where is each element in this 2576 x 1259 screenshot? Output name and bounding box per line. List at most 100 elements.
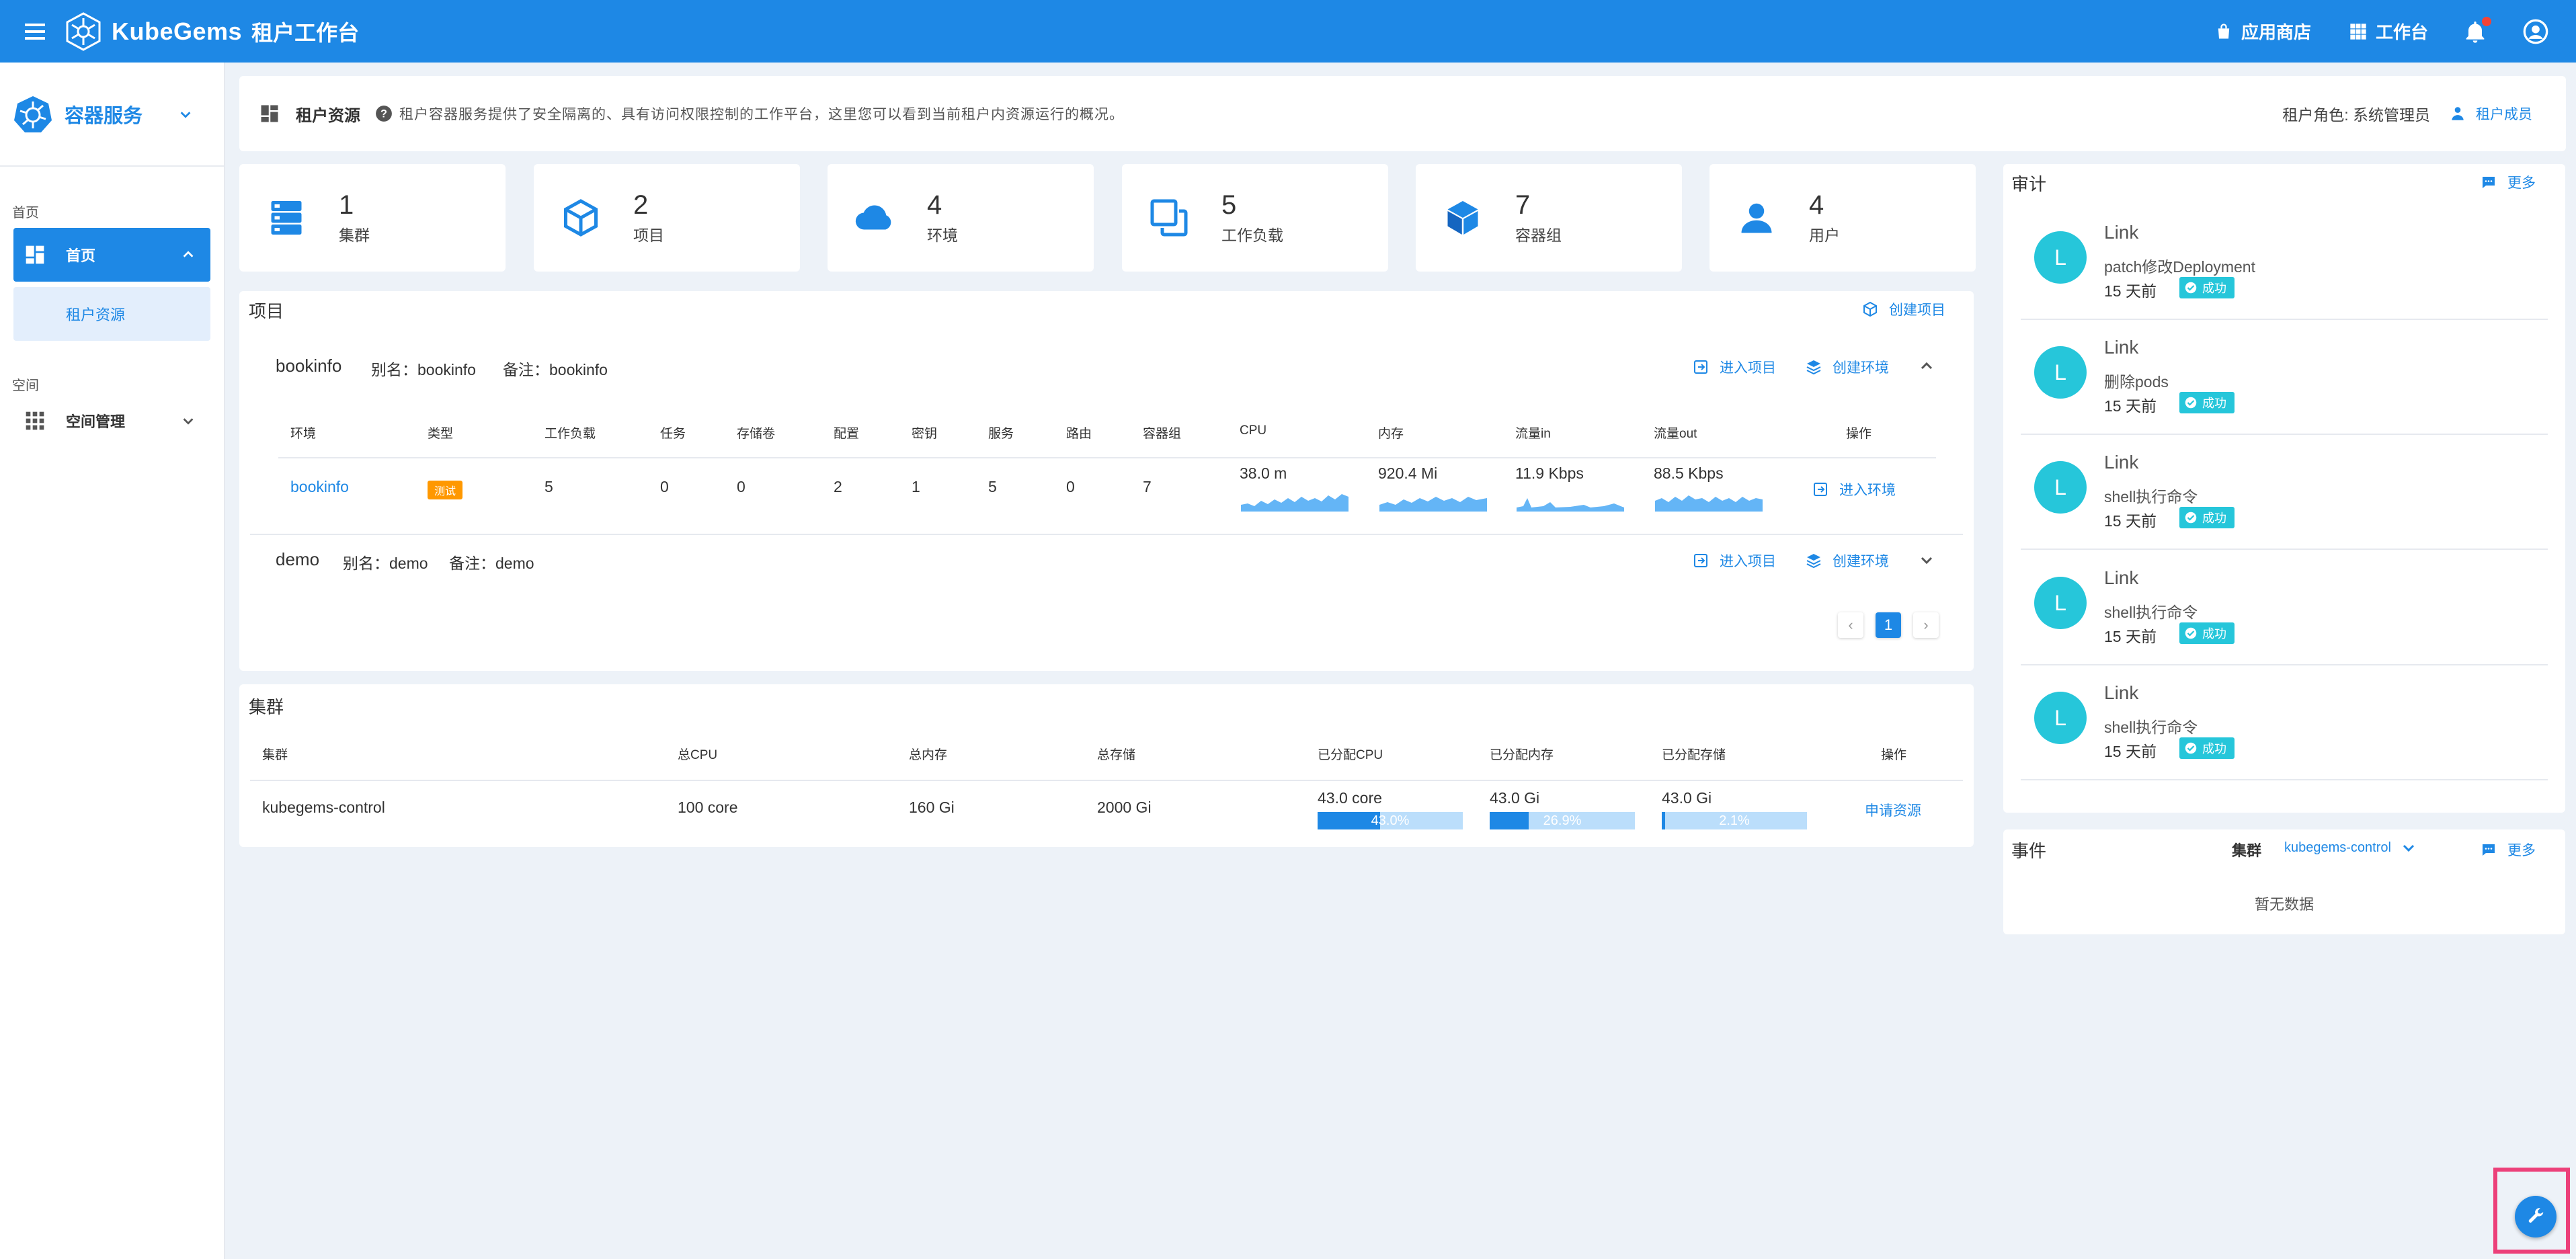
sidebar-item-home-label: 首页	[66, 247, 96, 264]
tenant-members-link[interactable]: 租户成员	[2449, 104, 2532, 124]
enter-project-button[interactable]: 进入项目	[1693, 357, 1776, 377]
dashboard-icon	[26, 245, 44, 264]
audit-list-item: L Link shell执行命令 15 天前 成功	[2021, 666, 2548, 780]
audit-user: Link	[2104, 337, 2139, 358]
stat-clusters: 1 集群	[239, 164, 506, 272]
configs-cell: 2	[834, 478, 842, 495]
create-environment-button[interactable]: 创建环境	[1806, 357, 1889, 377]
stat-label: 环境	[927, 227, 958, 244]
workbench-link[interactable]: 工作台	[2349, 19, 2428, 44]
events-panel: 事件 集群 kubegems-control 更多 暂无数据	[2003, 829, 2565, 934]
cluster-name: kubegems-control	[262, 799, 385, 816]
kubegems-logo	[66, 11, 101, 51]
sidebar-item-space-management[interactable]: 空间管理	[13, 394, 210, 448]
create-project-label: 创建项目	[1889, 302, 1945, 318]
audit-time: 15 天前	[2104, 628, 2157, 645]
environment-type-badge: 测试	[428, 481, 463, 499]
page-header: 租户资源 ? 租户容器服务提供了安全隔离的、具有访问权限控制的工作平台，这里您可…	[239, 76, 2566, 151]
svg-text:?: ?	[380, 108, 387, 120]
column-header: 流量in	[1515, 427, 1551, 441]
column-header: 配置	[834, 427, 860, 441]
prev-page-button[interactable]: ‹	[1838, 612, 1863, 638]
allocated-cpu-value: 43.0 core	[1318, 789, 1382, 807]
chevron-up-icon	[183, 251, 194, 257]
events-cluster-label: 集群	[2232, 842, 2262, 859]
stat-label: 工作负载	[1221, 227, 1283, 244]
sidebar-item-tenant-resources[interactable]: 租户资源	[13, 287, 210, 341]
request-resources-link[interactable]: 申请资源	[1865, 800, 1921, 820]
dashboard-icon	[261, 105, 278, 122]
routes-cell: 0	[1066, 478, 1075, 495]
help-circle-icon[interactable]: ?	[375, 105, 393, 122]
enter-environment-label: 进入环境	[1839, 483, 1896, 498]
check-circle-icon	[2185, 397, 2197, 409]
audit-list-item: L Link patch修改Deployment 15 天前 成功	[2021, 206, 2548, 320]
allocated-storage-bar: 2.1%	[1662, 812, 1807, 829]
total-cpu-cell: 100 core	[678, 799, 738, 816]
column-header: 任务	[660, 427, 686, 441]
workspace-title: 租户工作台	[251, 20, 360, 45]
account-circle-icon[interactable]	[2522, 18, 2549, 45]
stat-value: 5	[1221, 190, 1237, 220]
stat-value: 4	[1809, 190, 1824, 220]
page-number-button[interactable]: 1	[1876, 612, 1901, 638]
avatar: L	[2034, 231, 2087, 284]
memory-sparkline	[1379, 497, 1487, 512]
stat-workloads: 5 工作负载	[1122, 164, 1388, 272]
audit-panel: 审计 更多 L Link patch修改Deployment 15 天前 成功 …	[2003, 164, 2565, 813]
app-store-label: 应用商店	[2241, 22, 2311, 42]
workloads-cell: 5	[545, 478, 553, 495]
status-badge: 成功	[2179, 392, 2235, 413]
user-icon	[1741, 203, 1772, 233]
account-badge-icon	[2452, 107, 2464, 120]
cpu-value: 38.0 m	[1240, 464, 1287, 482]
server-icon	[271, 201, 302, 235]
chevron-up-icon[interactable]	[1919, 358, 1935, 374]
app-store-link[interactable]: 应用商店	[2214, 19, 2311, 44]
notifications-bell-icon[interactable]	[2462, 16, 2491, 45]
audit-list-item: L Link shell执行命令 15 天前 成功	[2021, 436, 2548, 550]
chevron-down-icon	[2403, 844, 2415, 852]
check-circle-icon	[2185, 512, 2197, 524]
divider	[250, 534, 1963, 535]
create-project-button[interactable]: 创建项目	[1862, 299, 1945, 319]
events-cluster-select[interactable]: kubegems-control	[2284, 840, 2417, 856]
status-badge: 成功	[2179, 737, 2235, 759]
cluster-panel: 集群 集群 总CPU 总内存 总存储 已分配CPU 已分配内存 已分配存储 操作…	[239, 684, 1974, 847]
enter-project-label: 进入项目	[1720, 554, 1776, 569]
events-more-label: 更多	[2507, 843, 2536, 858]
stat-label: 用户	[1809, 227, 1840, 244]
audit-user: Link	[2104, 682, 2139, 703]
audit-more-link[interactable]: 更多	[2481, 172, 2536, 192]
environment-link[interactable]: bookinfo	[290, 478, 349, 496]
traffic-in-sparkline	[1517, 498, 1624, 512]
chevron-down-icon[interactable]	[1919, 552, 1935, 568]
menu-icon[interactable]	[15, 0, 55, 63]
secrets-cell: 1	[912, 478, 920, 495]
column-header: 环境	[290, 427, 317, 441]
events-more-link[interactable]: 更多	[2481, 840, 2536, 860]
jobs-cell: 0	[660, 478, 669, 495]
section-home-label: 首页	[12, 206, 39, 220]
check-circle-icon	[2185, 282, 2197, 294]
wrench-icon	[2528, 1208, 2544, 1223]
enter-environment-button[interactable]: 进入环境	[1812, 479, 1896, 499]
status-badge: 成功	[2179, 507, 2235, 528]
audit-action: 删除pods	[2104, 373, 2169, 391]
cube-solid-icon	[1447, 201, 1478, 235]
sidebar-item-home[interactable]: 首页	[13, 228, 210, 282]
page-title: 租户资源	[296, 106, 360, 125]
kubernetes-icon	[14, 95, 52, 132]
next-page-button[interactable]: ›	[1913, 612, 1939, 638]
service-switcher[interactable]: 容器服务	[0, 63, 224, 167]
sidebar: 容器服务 首页 首页 租户资源 空间 空间管理	[0, 63, 225, 1259]
column-header: 流量out	[1654, 427, 1697, 441]
column-header: 总存储	[1097, 748, 1136, 762]
audit-action: shell执行命令	[2104, 488, 2198, 505]
column-header: 类型	[428, 427, 454, 441]
settings-fab-button[interactable]	[2515, 1196, 2557, 1237]
divider	[250, 780, 1963, 781]
enter-project-button[interactable]: 进入项目	[1693, 551, 1776, 571]
chevron-down-icon	[183, 418, 194, 425]
create-environment-button[interactable]: 创建环境	[1806, 551, 1889, 571]
